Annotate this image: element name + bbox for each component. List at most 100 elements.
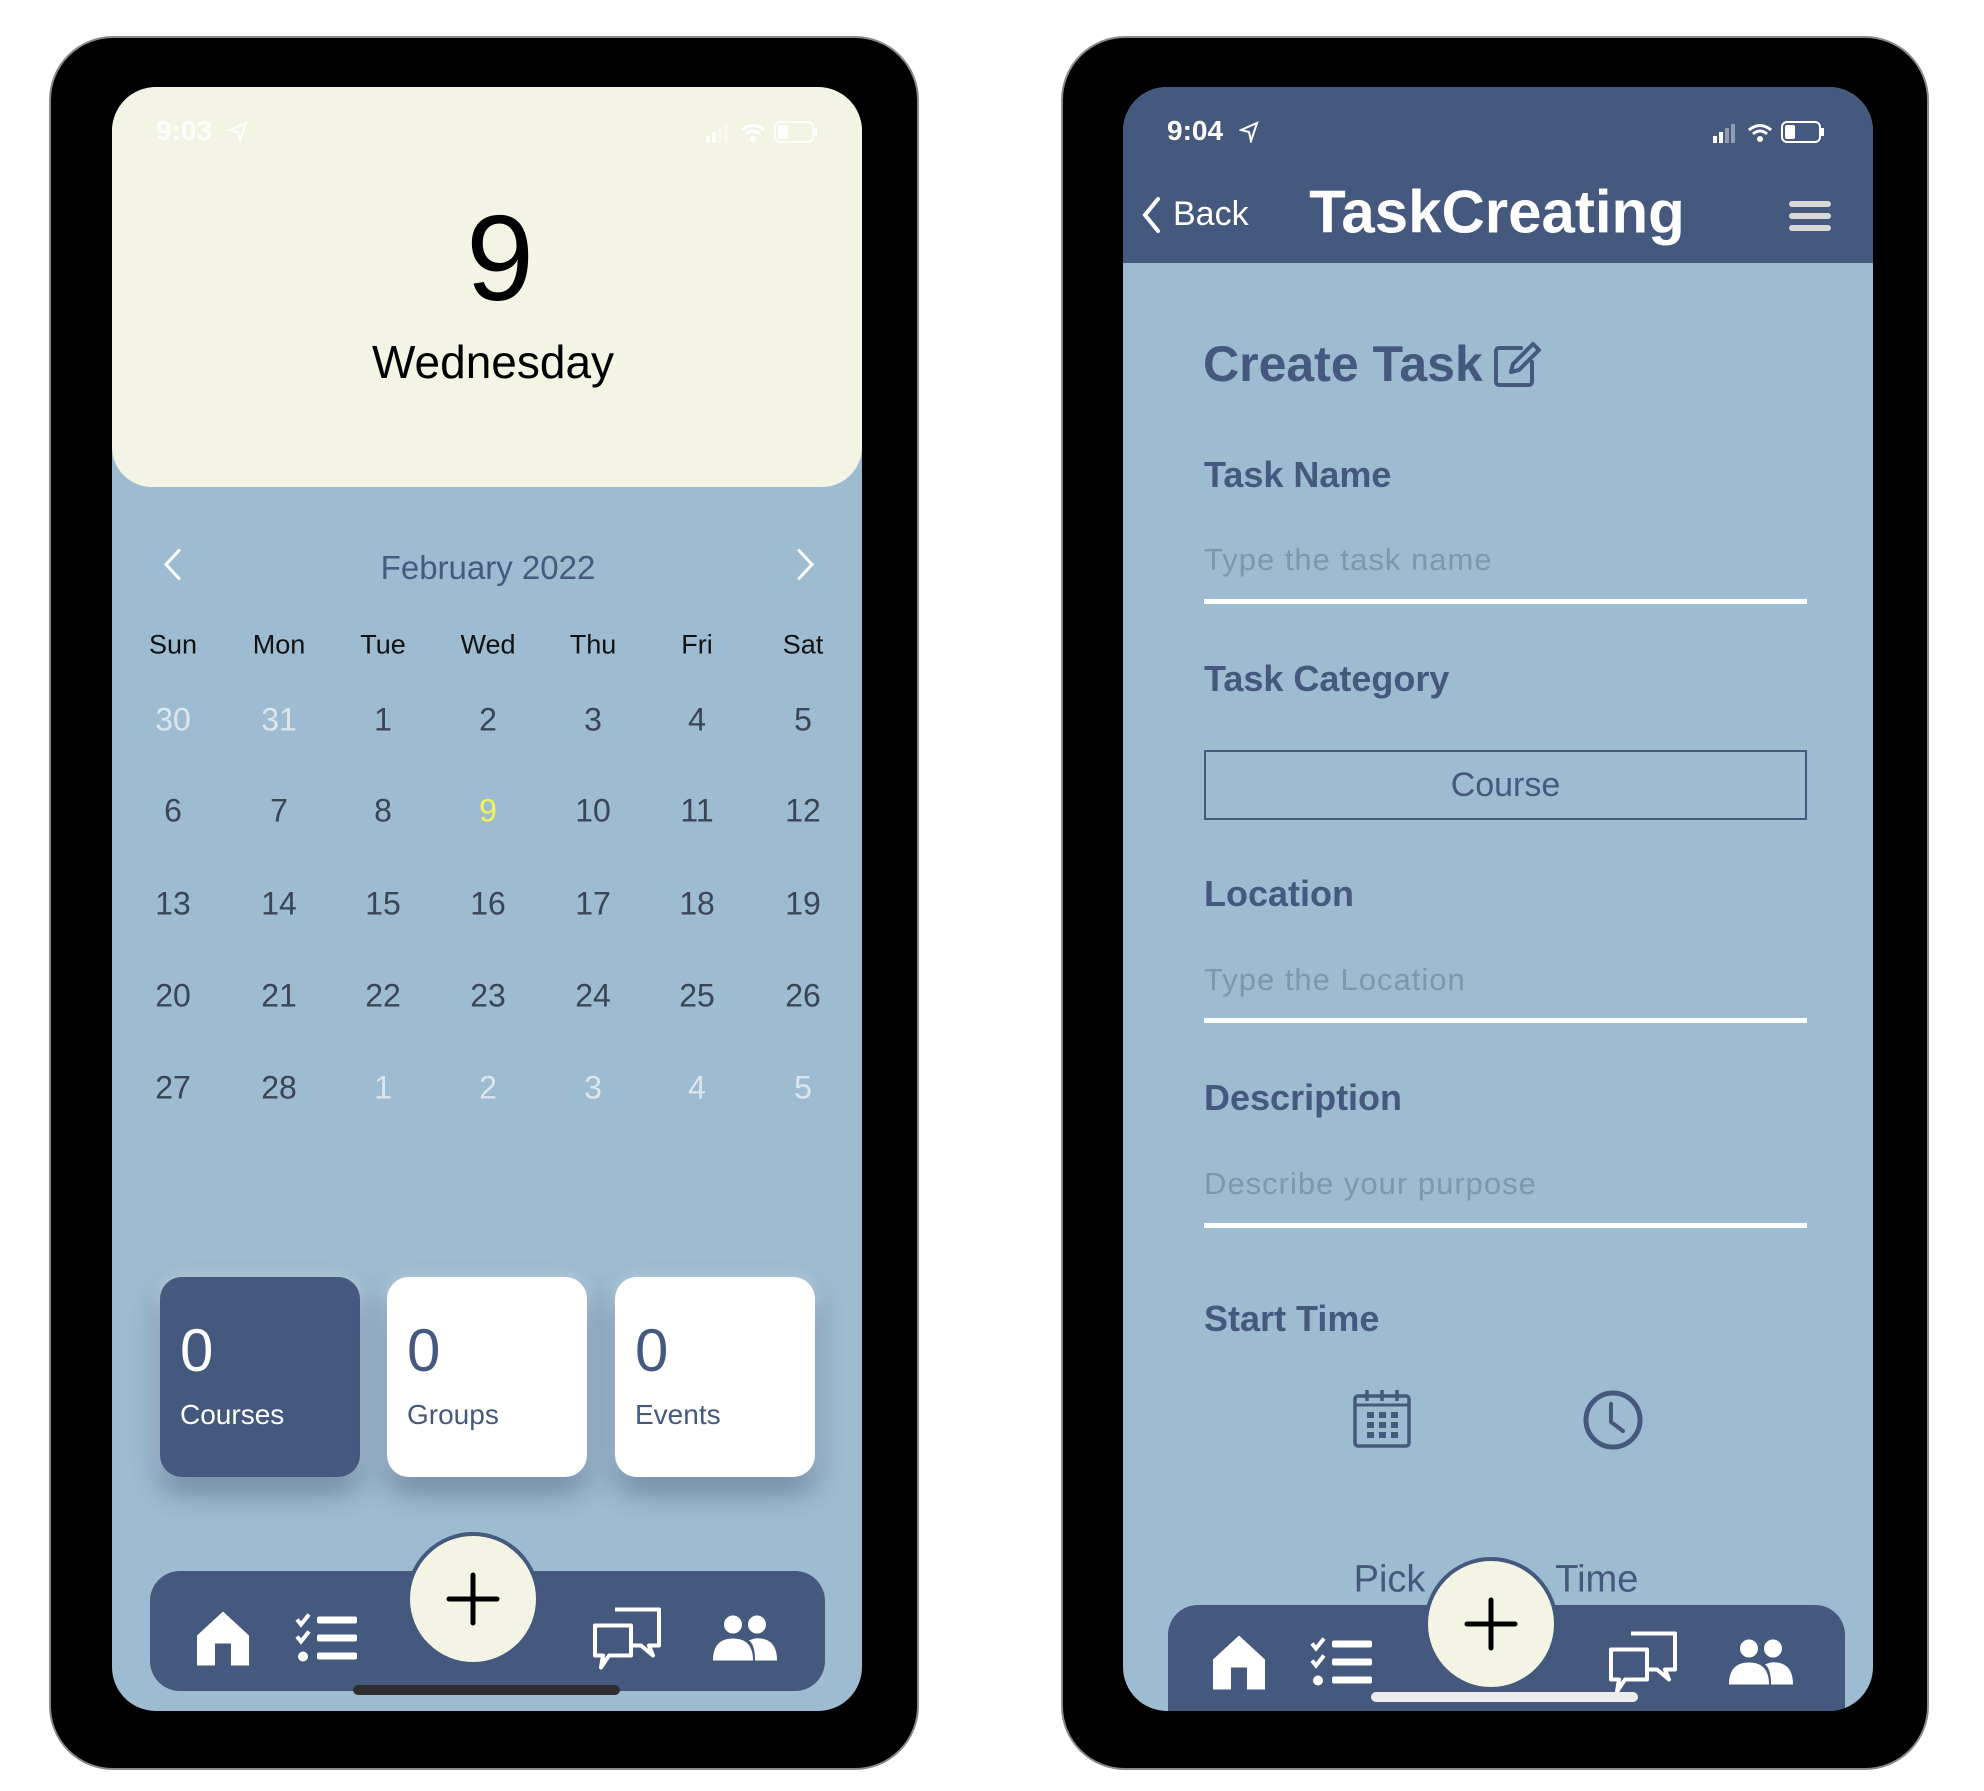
calendar-day[interactable]: 10 (575, 793, 611, 830)
edit-icon (1493, 342, 1541, 387)
weekday-label: Mon (252, 629, 306, 660)
calendar-day[interactable]: 4 (688, 1070, 706, 1107)
wifi-icon (1748, 124, 1772, 142)
calendar-day[interactable]: 16 (470, 886, 506, 923)
add-button[interactable] (1424, 1557, 1558, 1691)
calendar-day[interactable]: 20 (155, 978, 191, 1015)
description-label: Description (1204, 1077, 1403, 1118)
pick-time-button[interactable] (1582, 1389, 1644, 1456)
chevron-left-icon (1142, 196, 1160, 233)
calendar-day[interactable]: 25 (679, 978, 715, 1015)
calendar-day[interactable]: 24 (575, 978, 611, 1015)
home-icon (1213, 1635, 1265, 1690)
screen-title: TaskCreating (1309, 178, 1685, 246)
tab-chat[interactable] (1607, 1631, 1679, 1699)
calendar-day[interactable]: 12 (785, 793, 821, 830)
pick-date-button[interactable] (1352, 1389, 1412, 1454)
task-name-underline (1204, 599, 1807, 604)
status-time: 9:04 (1167, 115, 1224, 146)
calendar-day[interactable]: 11 (680, 793, 713, 830)
calendar-day[interactable]: 1 (374, 702, 392, 739)
prev-month-button[interactable] (162, 548, 182, 589)
calendar-day[interactable]: 13 (155, 886, 191, 923)
tab-task-list[interactable] (1310, 1637, 1374, 1694)
events-label: Events (635, 1399, 721, 1430)
calendar-day[interactable]: 27 (155, 1070, 191, 1107)
calendar-day[interactable]: 1 (374, 1070, 392, 1107)
calendar-day[interactable]: 4 (688, 702, 706, 739)
month-label: February 2022 (380, 549, 596, 586)
selected-weekday: Wednesday (371, 336, 615, 388)
courses-stat-card[interactable]: 0 Courses (160, 1277, 360, 1477)
tab-people[interactable] (1727, 1639, 1795, 1692)
groups-stat-card[interactable]: 0 Groups (387, 1277, 587, 1477)
courses-count: 0 (180, 1317, 214, 1384)
calendar-day[interactable]: 30 (155, 702, 191, 739)
home-icon (197, 1611, 249, 1666)
task-category-select[interactable]: Course (1204, 750, 1807, 820)
calendar-day[interactable]: 3 (584, 1070, 602, 1107)
calendar-day[interactable]: 31 (261, 702, 297, 739)
task-name-label: Task Name (1204, 454, 1392, 495)
calendar-day[interactable]: 15 (365, 886, 401, 923)
people-icon (1729, 1639, 1793, 1685)
task-category-label: Task Category (1204, 658, 1450, 699)
clock-icon (1583, 1390, 1643, 1450)
weekday-label: Tue (360, 629, 406, 660)
events-stat-card[interactable]: 0 Events (615, 1277, 815, 1477)
status-time: 9:03 (156, 115, 213, 146)
calendar-day[interactable]: 8 (374, 793, 392, 830)
tab-home[interactable] (195, 1610, 251, 1673)
calendar-day-today[interactable]: 9 (479, 793, 497, 830)
calendar-day[interactable]: 5 (794, 1070, 812, 1107)
calendar-day[interactable]: 26 (785, 978, 821, 1015)
weekday-label: Fri (681, 629, 713, 660)
calendar-day[interactable]: 6 (164, 793, 182, 830)
weekday-label: Sat (782, 629, 824, 660)
location-arrow-icon (1239, 121, 1259, 143)
calendar-day[interactable]: 19 (785, 886, 821, 923)
calendar-day[interactable]: 5 (794, 702, 812, 739)
selected-day-number: 9 (466, 190, 534, 326)
calendar-day[interactable]: 3 (584, 702, 602, 739)
tab-home[interactable] (1211, 1634, 1267, 1697)
left-phone-screen: 9:03 9 Wednesday February 2022 Sun Mon Tue… (112, 87, 862, 1711)
calendar-day[interactable]: 22 (365, 978, 401, 1015)
back-label: Back (1173, 195, 1249, 233)
calendar-day[interactable]: 17 (575, 886, 611, 923)
tab-people[interactable] (711, 1615, 779, 1668)
signal-icon (706, 124, 728, 143)
back-button[interactable]: Back (1141, 195, 1249, 234)
calendar-day[interactable]: 2 (479, 702, 497, 739)
status-icons (1713, 121, 1825, 143)
weekday-label: Wed (460, 629, 516, 660)
calendar-day[interactable]: 21 (261, 978, 297, 1015)
task-list-icon (1310, 1637, 1372, 1686)
tab-task-list[interactable] (295, 1613, 359, 1670)
hamburger-menu-icon (1789, 201, 1831, 231)
calendar-day[interactable]: 2 (479, 1070, 497, 1107)
task-name-input[interactable]: Type the task name (1204, 542, 1807, 578)
plus-icon (1464, 1597, 1518, 1651)
events-count: 0 (635, 1317, 669, 1384)
add-button[interactable] (406, 1532, 540, 1666)
calendar-icon (1353, 1390, 1411, 1448)
weekday-label: Sun (148, 629, 198, 660)
calendar-day[interactable]: 7 (270, 793, 288, 830)
calendar-day[interactable]: 18 (679, 886, 715, 923)
calendar-day[interactable]: 14 (261, 886, 297, 923)
groups-count: 0 (407, 1317, 441, 1384)
home-indicator (353, 1685, 620, 1695)
chevron-left-icon (163, 549, 181, 580)
home-indicator (1371, 1692, 1638, 1702)
calendar-day[interactable]: 23 (470, 978, 506, 1015)
tab-chat[interactable] (591, 1607, 663, 1675)
location-input[interactable]: Type the Location (1204, 962, 1807, 998)
calendar-day[interactable]: 28 (261, 1070, 297, 1107)
description-input[interactable]: Describe your purpose (1204, 1166, 1807, 1202)
status-icons (706, 121, 818, 143)
task-list-icon (295, 1613, 357, 1662)
next-month-button[interactable] (796, 548, 816, 589)
menu-button[interactable] (1787, 199, 1833, 238)
chat-icon (593, 1607, 661, 1670)
